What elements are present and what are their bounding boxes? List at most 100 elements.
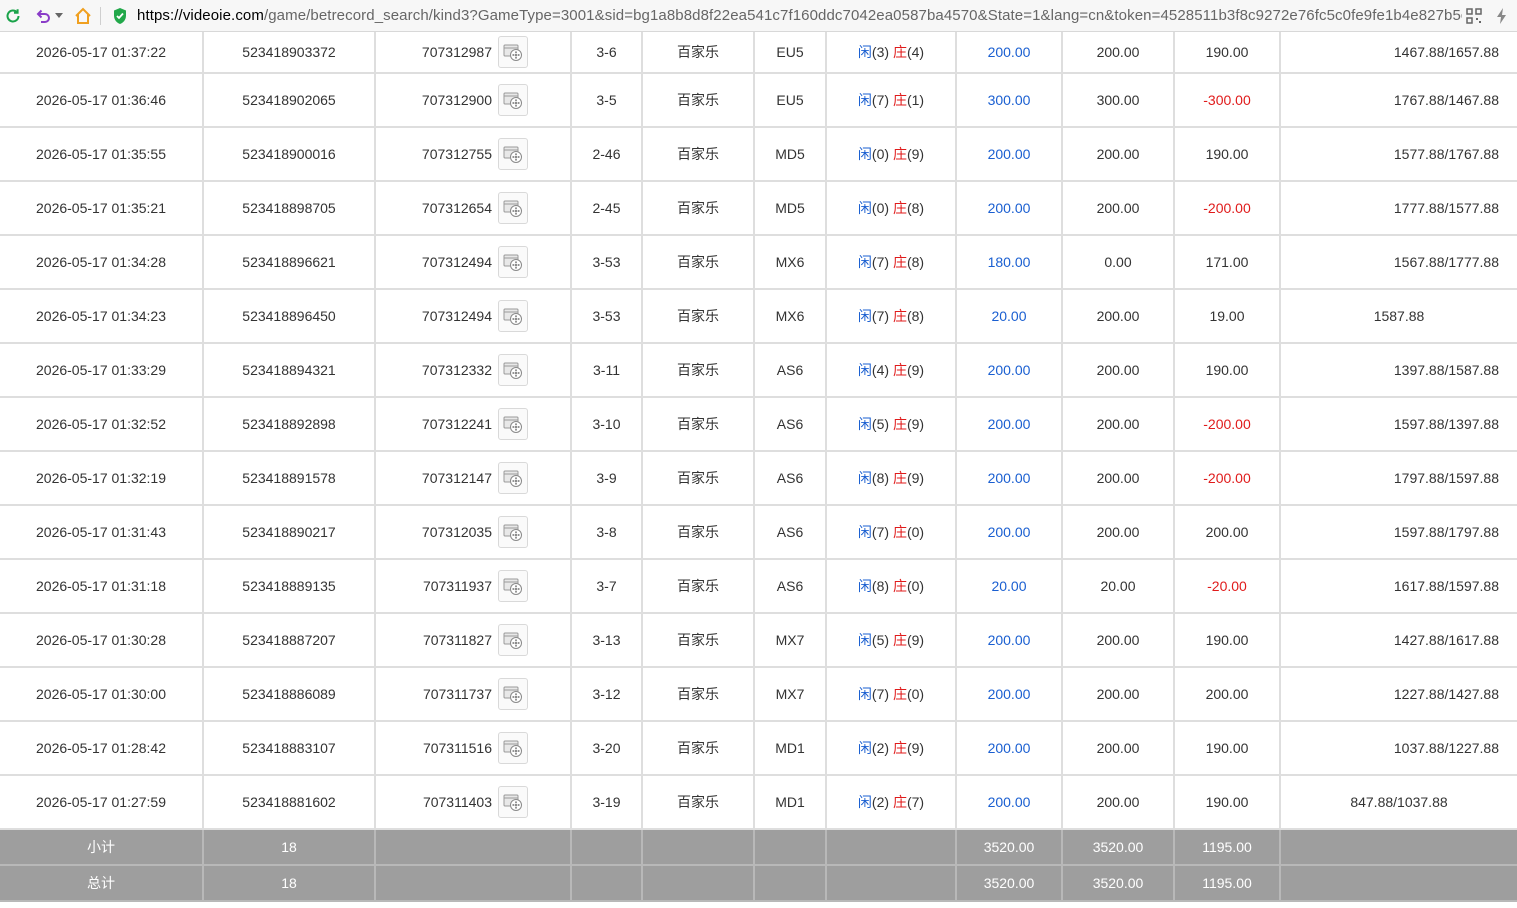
banker-label: 庄 bbox=[892, 308, 907, 324]
cell-time: 2026-05-17 01:34:28 bbox=[0, 235, 204, 290]
cell-bet-amount: 20.00 bbox=[956, 559, 1063, 614]
refresh-icon[interactable] bbox=[2, 5, 24, 27]
player-label: 闲 bbox=[857, 794, 872, 810]
cell-game: 百家乐 bbox=[642, 505, 755, 560]
cell-round-id: 707312654 bbox=[375, 181, 572, 236]
cell-table: MX7 bbox=[754, 613, 827, 668]
cell-shoe: 2-46 bbox=[571, 127, 643, 182]
cell-result: 闲(7) 庄(1) bbox=[826, 73, 957, 128]
cell-bet-amount: 200.00 bbox=[956, 397, 1063, 452]
cell-win-loss: -200.00 bbox=[1174, 397, 1281, 452]
subtotal-bet: 3520.00 bbox=[956, 829, 1063, 866]
cell-shoe: 2-45 bbox=[571, 181, 643, 236]
video-replay-icon[interactable] bbox=[498, 300, 528, 332]
total-empty bbox=[1280, 865, 1517, 902]
round-id-text: 707311937 bbox=[422, 578, 492, 594]
video-replay-icon[interactable] bbox=[498, 462, 528, 494]
table-row: 2026-05-17 01:31:43 523418890217 707312035… bbox=[0, 505, 1517, 560]
banker-score: (0) bbox=[906, 578, 925, 594]
cell-round-id: 707311827 bbox=[375, 613, 572, 668]
video-replay-icon[interactable] bbox=[498, 786, 528, 818]
cell-bet-amount: 200.00 bbox=[956, 721, 1063, 776]
video-replay-icon[interactable] bbox=[498, 246, 528, 278]
cell-time: 2026-05-17 01:37:22 bbox=[0, 32, 204, 74]
video-replay-icon[interactable] bbox=[498, 570, 528, 602]
table-row: 2026-05-17 01:37:22 523418903372 707312987… bbox=[0, 32, 1517, 74]
table-row: 2026-05-17 01:30:00 523418886089 707311737… bbox=[0, 667, 1517, 722]
player-label: 闲 bbox=[857, 44, 872, 60]
round-id-text: 707311827 bbox=[422, 632, 492, 648]
browser-toolbar: https://videoie.com/game/betrecord_searc… bbox=[0, 0, 1517, 32]
video-replay-icon[interactable] bbox=[498, 84, 528, 116]
round-id-text: 707312035 bbox=[421, 524, 492, 540]
cell-table: AS6 bbox=[754, 397, 827, 452]
cell-table: AS6 bbox=[754, 343, 827, 398]
cell-time: 2026-05-17 01:36:46 bbox=[0, 73, 204, 128]
video-replay-icon[interactable] bbox=[498, 678, 528, 710]
cell-bet-id: 523418896621 bbox=[203, 235, 376, 290]
cell-bet-id: 523418903372 bbox=[203, 32, 376, 74]
video-replay-icon[interactable] bbox=[498, 192, 528, 224]
cell-valid-amount: 300.00 bbox=[1062, 73, 1175, 128]
player-label: 闲 bbox=[857, 416, 872, 432]
cell-balance: 1597.88/1797.88 bbox=[1280, 505, 1517, 560]
banker-label: 庄 bbox=[892, 632, 907, 648]
video-replay-icon[interactable] bbox=[498, 138, 528, 170]
cell-bet-id: 523418883107 bbox=[203, 721, 376, 776]
total-empty bbox=[375, 865, 572, 902]
lightning-icon[interactable] bbox=[1491, 5, 1513, 27]
cell-time: 2026-05-17 01:35:55 bbox=[0, 127, 204, 182]
table-row: 2026-05-17 01:30:28 523418887207 707311827… bbox=[0, 613, 1517, 668]
cell-game: 百家乐 bbox=[642, 343, 755, 398]
cell-round-id: 707312147 bbox=[375, 451, 572, 506]
cell-balance: 1797.88/1597.88 bbox=[1280, 451, 1517, 506]
cell-valid-amount: 200.00 bbox=[1062, 505, 1175, 560]
cell-valid-amount: 200.00 bbox=[1062, 289, 1175, 344]
cell-round-id: 707311737 bbox=[375, 667, 572, 722]
cell-bet-id: 523418881602 bbox=[203, 775, 376, 830]
cell-time: 2026-05-17 01:31:18 bbox=[0, 559, 204, 614]
table-row: 2026-05-17 01:33:29 523418894321 707312332… bbox=[0, 343, 1517, 398]
cell-table: MX6 bbox=[754, 235, 827, 290]
secure-shield-icon[interactable] bbox=[109, 5, 131, 27]
video-replay-icon[interactable] bbox=[498, 624, 528, 656]
subtotal-valid: 3520.00 bbox=[1062, 829, 1175, 866]
undo-icon[interactable] bbox=[32, 5, 54, 27]
cell-result: 闲(8) 庄(9) bbox=[826, 451, 957, 506]
total-empty bbox=[826, 865, 957, 902]
url-path: /game/betrecord_search/kind3?GameType=30… bbox=[263, 7, 1462, 24]
cell-result: 闲(0) 庄(9) bbox=[826, 127, 957, 182]
cell-table: EU5 bbox=[754, 73, 827, 128]
home-icon[interactable] bbox=[72, 5, 94, 27]
player-label: 闲 bbox=[857, 632, 872, 648]
round-id-text: 707312654 bbox=[421, 200, 492, 216]
cell-shoe: 3-10 bbox=[571, 397, 643, 452]
address-bar[interactable]: https://videoie.com/game/betrecord_searc… bbox=[137, 7, 1462, 24]
cell-time: 2026-05-17 01:35:21 bbox=[0, 181, 204, 236]
table-row: 2026-05-17 01:32:19 523418891578 707312147… bbox=[0, 451, 1517, 506]
banker-label: 庄 bbox=[892, 578, 907, 594]
cell-shoe: 3-11 bbox=[571, 343, 643, 398]
round-id-text: 707312755 bbox=[421, 146, 492, 162]
video-replay-icon[interactable] bbox=[498, 354, 528, 386]
video-replay-icon[interactable] bbox=[498, 36, 528, 68]
cell-result: 闲(3) 庄(4) bbox=[826, 32, 957, 74]
undo-dropdown-chevron-icon[interactable] bbox=[54, 5, 64, 27]
qr-code-icon[interactable] bbox=[1463, 5, 1485, 27]
cell-shoe: 3-8 bbox=[571, 505, 643, 560]
cell-game: 百家乐 bbox=[642, 127, 755, 182]
cell-table: MD5 bbox=[754, 127, 827, 182]
player-label: 闲 bbox=[857, 686, 872, 702]
video-replay-icon[interactable] bbox=[498, 408, 528, 440]
cell-balance: 1617.88/1597.88 bbox=[1280, 559, 1517, 614]
cell-game: 百家乐 bbox=[642, 73, 755, 128]
cell-win-loss: 200.00 bbox=[1174, 667, 1281, 722]
cell-round-id: 707312241 bbox=[375, 397, 572, 452]
cell-bet-amount: 200.00 bbox=[956, 32, 1063, 74]
banker-score: (9) bbox=[906, 632, 925, 648]
video-replay-icon[interactable] bbox=[498, 732, 528, 764]
round-id-text: 707312900 bbox=[421, 92, 492, 108]
video-replay-icon[interactable] bbox=[498, 516, 528, 548]
table-row: 2026-05-17 01:35:21 523418898705 707312654… bbox=[0, 181, 1517, 236]
banker-score: (9) bbox=[906, 362, 925, 378]
